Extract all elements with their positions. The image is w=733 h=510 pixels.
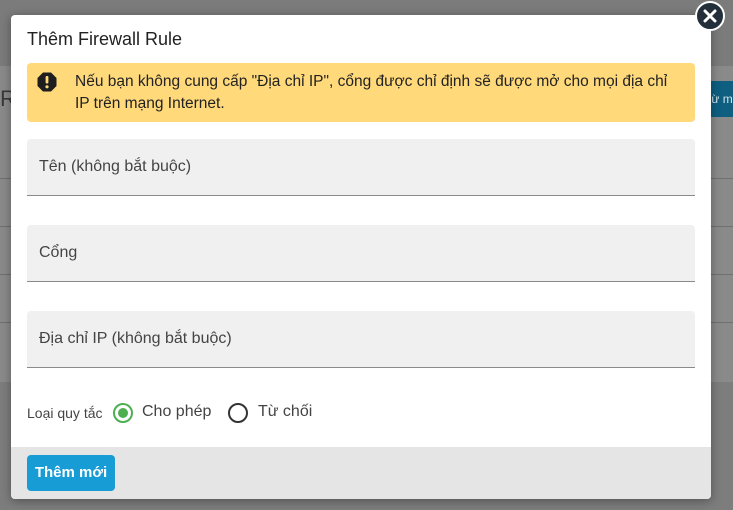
warning-text: Nếu bạn không cung cấp "Địa chỉ IP", cổn…: [75, 73, 668, 112]
rule-type-label: Loại quy tắc: [27, 405, 103, 421]
add-firewall-rule-dialog: Thêm Firewall Rule Nếu bạn không cung cấ…: [11, 15, 711, 499]
ip-input[interactable]: [27, 311, 699, 369]
warning-icon: [37, 72, 57, 92]
dialog-title: Thêm Firewall Rule: [27, 29, 183, 49]
name-field[interactable]: Tên (không bắt buộc): [27, 139, 699, 197]
port-input[interactable]: [27, 225, 699, 283]
deny-radio[interactable]: [228, 403, 248, 423]
name-input[interactable]: [27, 139, 699, 197]
close-button[interactable]: [695, 1, 725, 31]
ip-field[interactable]: Địa chỉ IP (không bắt buộc): [27, 311, 699, 369]
warning-alert: Nếu bạn không cung cấp "Địa chỉ IP", cổn…: [27, 63, 695, 122]
add-button[interactable]: Thêm mới: [27, 455, 115, 491]
port-field[interactable]: Cổng: [27, 225, 699, 283]
allow-radio-label[interactable]: Cho phép: [142, 403, 211, 421]
close-icon: [703, 9, 717, 23]
dialog-footer: Thêm mới: [11, 447, 711, 499]
deny-radio-label[interactable]: Từ chối: [258, 403, 312, 421]
allow-radio[interactable]: [113, 403, 133, 423]
